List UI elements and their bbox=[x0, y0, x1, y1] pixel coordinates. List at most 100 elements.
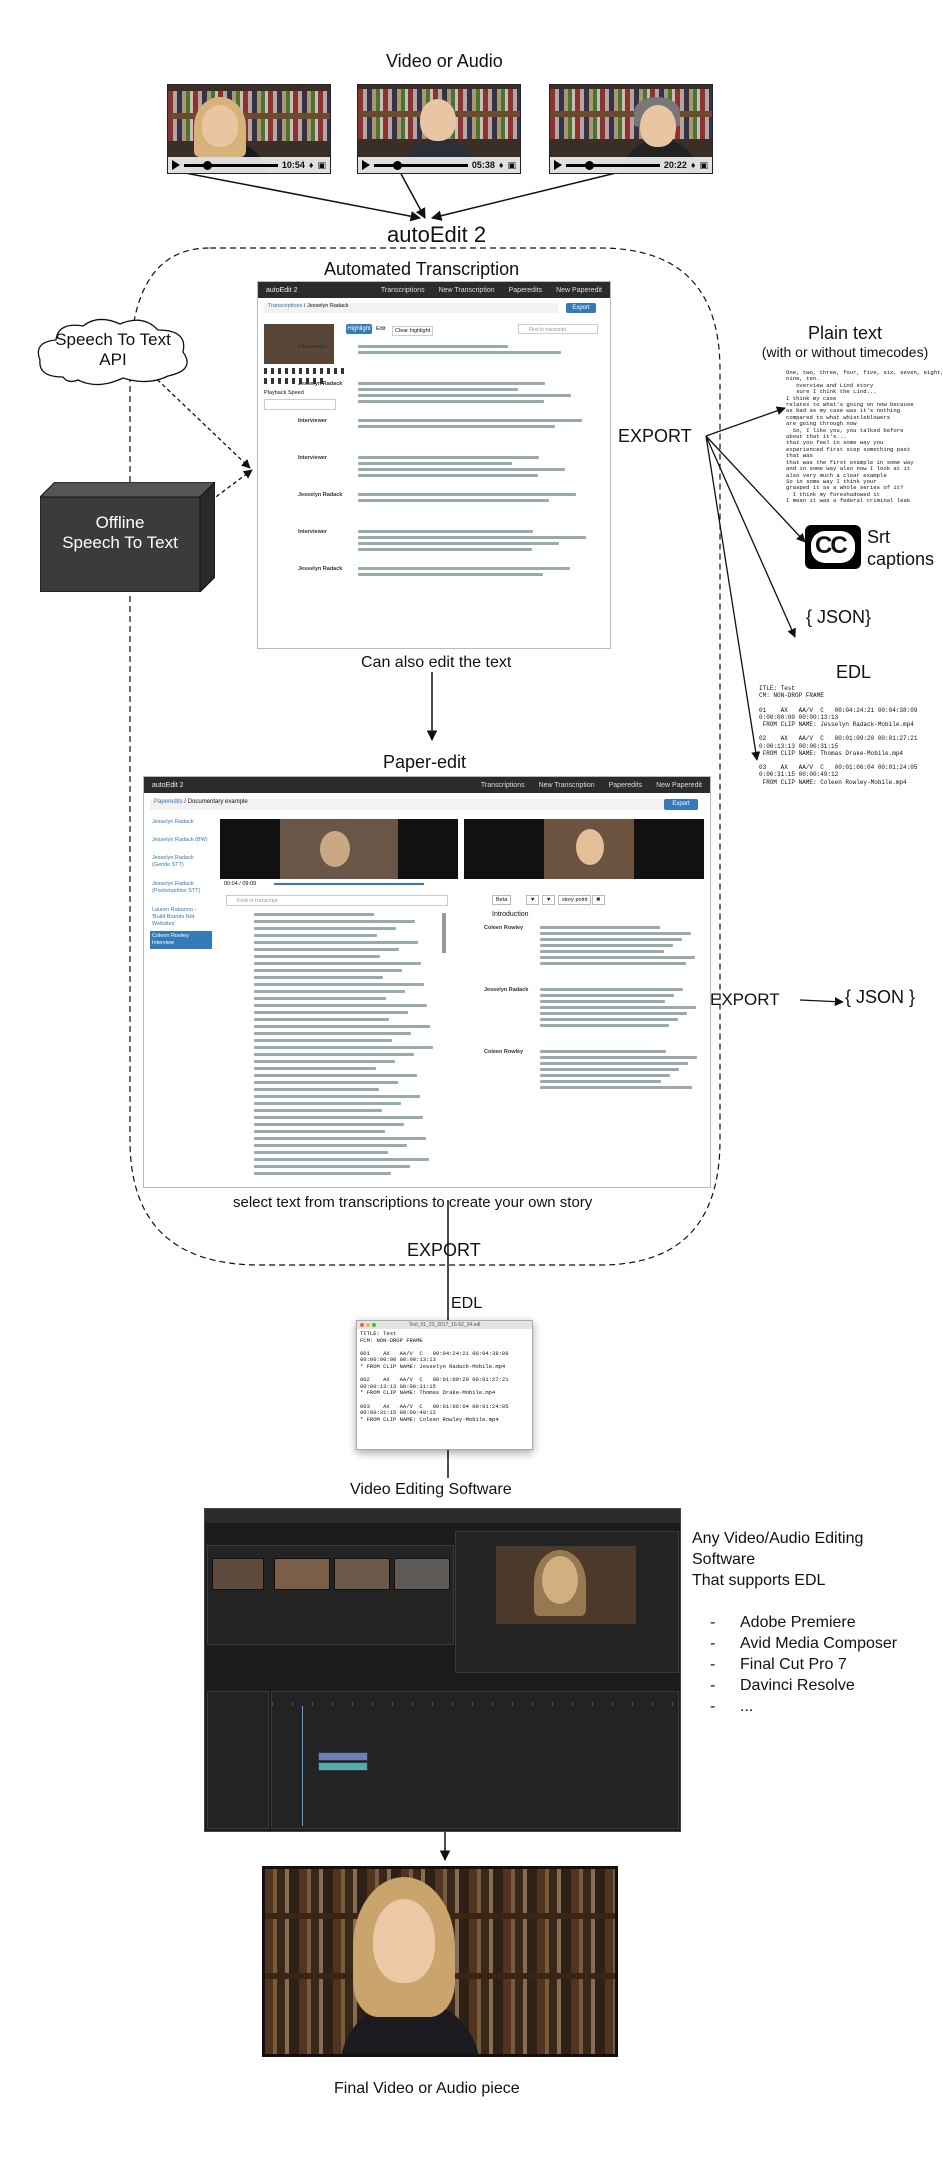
story-tool-button[interactable]: ✖ bbox=[592, 895, 605, 905]
transcript-line[interactable] bbox=[254, 1018, 389, 1021]
transcript-line[interactable] bbox=[358, 345, 508, 348]
source-transcript-text[interactable] bbox=[254, 913, 434, 1183]
transcript-line[interactable] bbox=[358, 573, 543, 576]
transcript-line[interactable] bbox=[358, 382, 545, 385]
nav-transcriptions[interactable]: Transcriptions bbox=[381, 287, 425, 294]
edit-button[interactable]: Edit bbox=[376, 326, 385, 332]
transcript-line[interactable] bbox=[254, 1011, 408, 1014]
story-line[interactable] bbox=[540, 1086, 692, 1089]
play-icon[interactable] bbox=[362, 160, 370, 170]
transcript-line[interactable] bbox=[254, 1095, 420, 1098]
transcript-line[interactable] bbox=[254, 1074, 417, 1077]
story-line[interactable] bbox=[540, 1006, 696, 1009]
transcript-line[interactable] bbox=[254, 1172, 391, 1175]
transcript-line[interactable] bbox=[358, 499, 549, 502]
transcript-line[interactable] bbox=[358, 456, 539, 459]
fullscreen-icon[interactable]: ▣ bbox=[699, 160, 708, 171]
transcript-line[interactable] bbox=[254, 913, 374, 916]
transcript-line[interactable] bbox=[254, 990, 405, 993]
play-icon[interactable] bbox=[172, 160, 180, 170]
transcript-line[interactable] bbox=[358, 388, 518, 391]
story-line[interactable] bbox=[540, 1056, 697, 1059]
window-max-icon[interactable] bbox=[372, 1323, 376, 1327]
fullscreen-icon[interactable]: ▣ bbox=[507, 160, 516, 171]
export-button[interactable]: Export bbox=[664, 799, 698, 810]
transcript-line[interactable] bbox=[254, 920, 415, 923]
nav-transcriptions[interactable]: Transcriptions bbox=[481, 782, 525, 789]
story-line[interactable] bbox=[540, 1074, 670, 1077]
sidebar-item[interactable]: Jesselyn Radack (BW) bbox=[150, 835, 212, 846]
transcript-line[interactable] bbox=[254, 1025, 430, 1028]
transcript-line[interactable] bbox=[254, 927, 396, 930]
sidebar-item[interactable]: Jesselyn Radack bbox=[150, 817, 212, 828]
export-button[interactable]: Export bbox=[566, 303, 596, 313]
story-line[interactable] bbox=[540, 1050, 666, 1053]
fullscreen-icon[interactable]: ▣ bbox=[317, 160, 326, 171]
video-thumb-1[interactable]: 10:54 ♦ ▣ bbox=[167, 84, 331, 174]
nav-new-paperedit[interactable]: New Paperedit bbox=[556, 287, 602, 294]
transcript-line[interactable] bbox=[358, 493, 576, 496]
transcript-line[interactable] bbox=[254, 983, 424, 986]
transcript-line[interactable] bbox=[254, 1060, 395, 1063]
nav-new-transcription[interactable]: New Transcription bbox=[539, 782, 595, 789]
transcript-line[interactable] bbox=[358, 462, 512, 465]
transcript-line[interactable] bbox=[254, 1039, 392, 1042]
story-line[interactable] bbox=[540, 1062, 688, 1065]
story-line[interactable] bbox=[540, 988, 683, 991]
window-min-icon[interactable] bbox=[366, 1323, 370, 1327]
story-line[interactable] bbox=[540, 1000, 665, 1003]
final-video-frame[interactable] bbox=[262, 1866, 618, 2057]
nav-new-transcription[interactable]: New Transcription bbox=[439, 287, 495, 294]
transcript-line[interactable] bbox=[254, 1158, 429, 1161]
volume-icon[interactable]: ♦ bbox=[691, 160, 696, 170]
transcript-search[interactable]: Find in transcript bbox=[226, 895, 448, 906]
story-line[interactable] bbox=[540, 1024, 669, 1027]
transcript-line[interactable] bbox=[358, 351, 561, 354]
transcript-line[interactable] bbox=[358, 425, 555, 428]
story-tool-button[interactable]: ▼ bbox=[526, 895, 540, 905]
transcript-line[interactable] bbox=[254, 976, 383, 979]
sidebar-item[interactable]: Lauren Rabanno - 'Build Brands Not Websi… bbox=[150, 905, 212, 930]
story-line[interactable] bbox=[540, 950, 664, 953]
transcript-line[interactable] bbox=[254, 1032, 411, 1035]
transcript-line[interactable] bbox=[358, 536, 586, 539]
transcript-line[interactable] bbox=[254, 941, 418, 944]
timeline-panel[interactable] bbox=[271, 1691, 679, 1829]
story-line[interactable] bbox=[540, 956, 695, 959]
window-close-icon[interactable] bbox=[360, 1323, 364, 1327]
story-line[interactable] bbox=[540, 938, 682, 941]
story-tool-button[interactable]: Beta bbox=[492, 895, 512, 905]
story-line[interactable] bbox=[540, 944, 673, 947]
transcript-line[interactable] bbox=[254, 955, 380, 958]
transcript-line[interactable] bbox=[254, 962, 421, 965]
transcript-line[interactable] bbox=[254, 1116, 423, 1119]
transcript-line[interactable] bbox=[254, 997, 386, 1000]
crumb-transcriptions[interactable]: Transcriptions bbox=[268, 303, 302, 309]
transcript-line[interactable] bbox=[254, 1137, 426, 1140]
story-panel[interactable]: Coleen Rowley Jesselyn Radack Coleen Rowle… bbox=[484, 921, 704, 1183]
transcript-line[interactable] bbox=[254, 1165, 410, 1168]
story-line[interactable] bbox=[540, 1018, 678, 1021]
transcript-search[interactable]: Find in transcript bbox=[518, 324, 598, 334]
story-tool-button[interactable]: ▼ bbox=[542, 895, 556, 905]
video-thumb-3[interactable]: 20:22 ♦ ▣ bbox=[549, 84, 713, 174]
clear-highlight-button[interactable]: Clear highlight bbox=[392, 326, 434, 336]
volume-icon[interactable]: ♦ bbox=[499, 160, 504, 170]
transcript-scrollbar[interactable] bbox=[442, 913, 446, 953]
transcript-line[interactable] bbox=[254, 1081, 398, 1084]
transcript-line[interactable] bbox=[254, 969, 402, 972]
transcript-line[interactable] bbox=[254, 1102, 401, 1105]
story-line[interactable] bbox=[540, 932, 691, 935]
story-tool-button[interactable]: story point bbox=[558, 895, 592, 905]
transcript-line[interactable] bbox=[358, 548, 532, 551]
highlight-button[interactable]: Highlight bbox=[346, 324, 372, 334]
transcript-line[interactable] bbox=[254, 934, 377, 937]
volume-icon[interactable]: ♦ bbox=[309, 160, 314, 170]
preview-video-player[interactable] bbox=[464, 819, 704, 879]
transcript-line[interactable] bbox=[254, 1004, 427, 1007]
story-line[interactable] bbox=[540, 962, 686, 965]
video-thumb-2[interactable]: 05:38 ♦ ▣ bbox=[357, 84, 521, 174]
seek-bar[interactable] bbox=[274, 883, 424, 885]
transcript-line[interactable] bbox=[358, 468, 565, 471]
transcript-line[interactable] bbox=[254, 1046, 433, 1049]
